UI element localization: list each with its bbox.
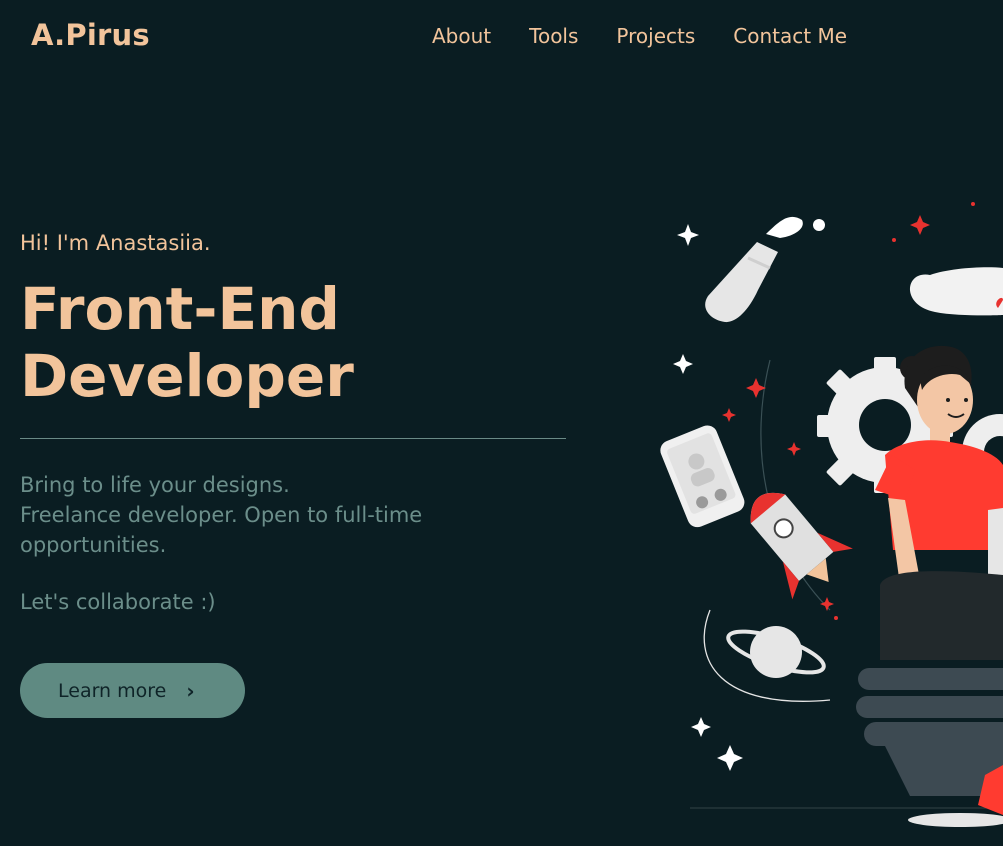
learn-more-button[interactable]: Learn more › bbox=[20, 663, 245, 718]
hero-collaborate-text: Let's collaborate :) bbox=[20, 590, 216, 614]
nav-link-contact[interactable]: Contact Me bbox=[733, 24, 847, 48]
hero-description: Bring to life your designs. Freelance de… bbox=[20, 470, 422, 560]
chevron-right-icon: › bbox=[186, 678, 195, 703]
main-nav: About Tools Projects Contact Me bbox=[432, 24, 847, 48]
nav-link-tools[interactable]: Tools bbox=[529, 24, 578, 48]
nav-link-projects[interactable]: Projects bbox=[616, 24, 695, 48]
developer-illustration bbox=[660, 202, 1003, 827]
hero-description-line2: Freelance developer. Open to full-time bbox=[20, 503, 423, 527]
flask-icon bbox=[705, 216, 825, 323]
planet-icon bbox=[726, 626, 826, 678]
hero-title-line1: Front-End bbox=[20, 275, 340, 343]
hero-divider bbox=[20, 438, 566, 439]
nav-link-about[interactable]: About bbox=[432, 24, 491, 48]
learn-more-label: Learn more bbox=[58, 679, 167, 702]
hero-title-line2: Developer bbox=[20, 342, 354, 410]
hero-greeting: Hi! I'm Anastasiia. bbox=[20, 231, 211, 255]
logo[interactable]: A.Pirus bbox=[31, 18, 150, 52]
page: A.Pirus About Tools Projects Contact Me … bbox=[0, 0, 1003, 846]
phone-icon bbox=[660, 425, 745, 528]
hero-description-line1: Bring to life your designs. bbox=[20, 473, 290, 497]
speech-bubble-icon bbox=[910, 267, 1003, 316]
rocket-icon bbox=[750, 492, 853, 600]
hero-title: Front-End Developer bbox=[20, 276, 354, 410]
hero-description-line3: opportunities. bbox=[20, 533, 167, 557]
